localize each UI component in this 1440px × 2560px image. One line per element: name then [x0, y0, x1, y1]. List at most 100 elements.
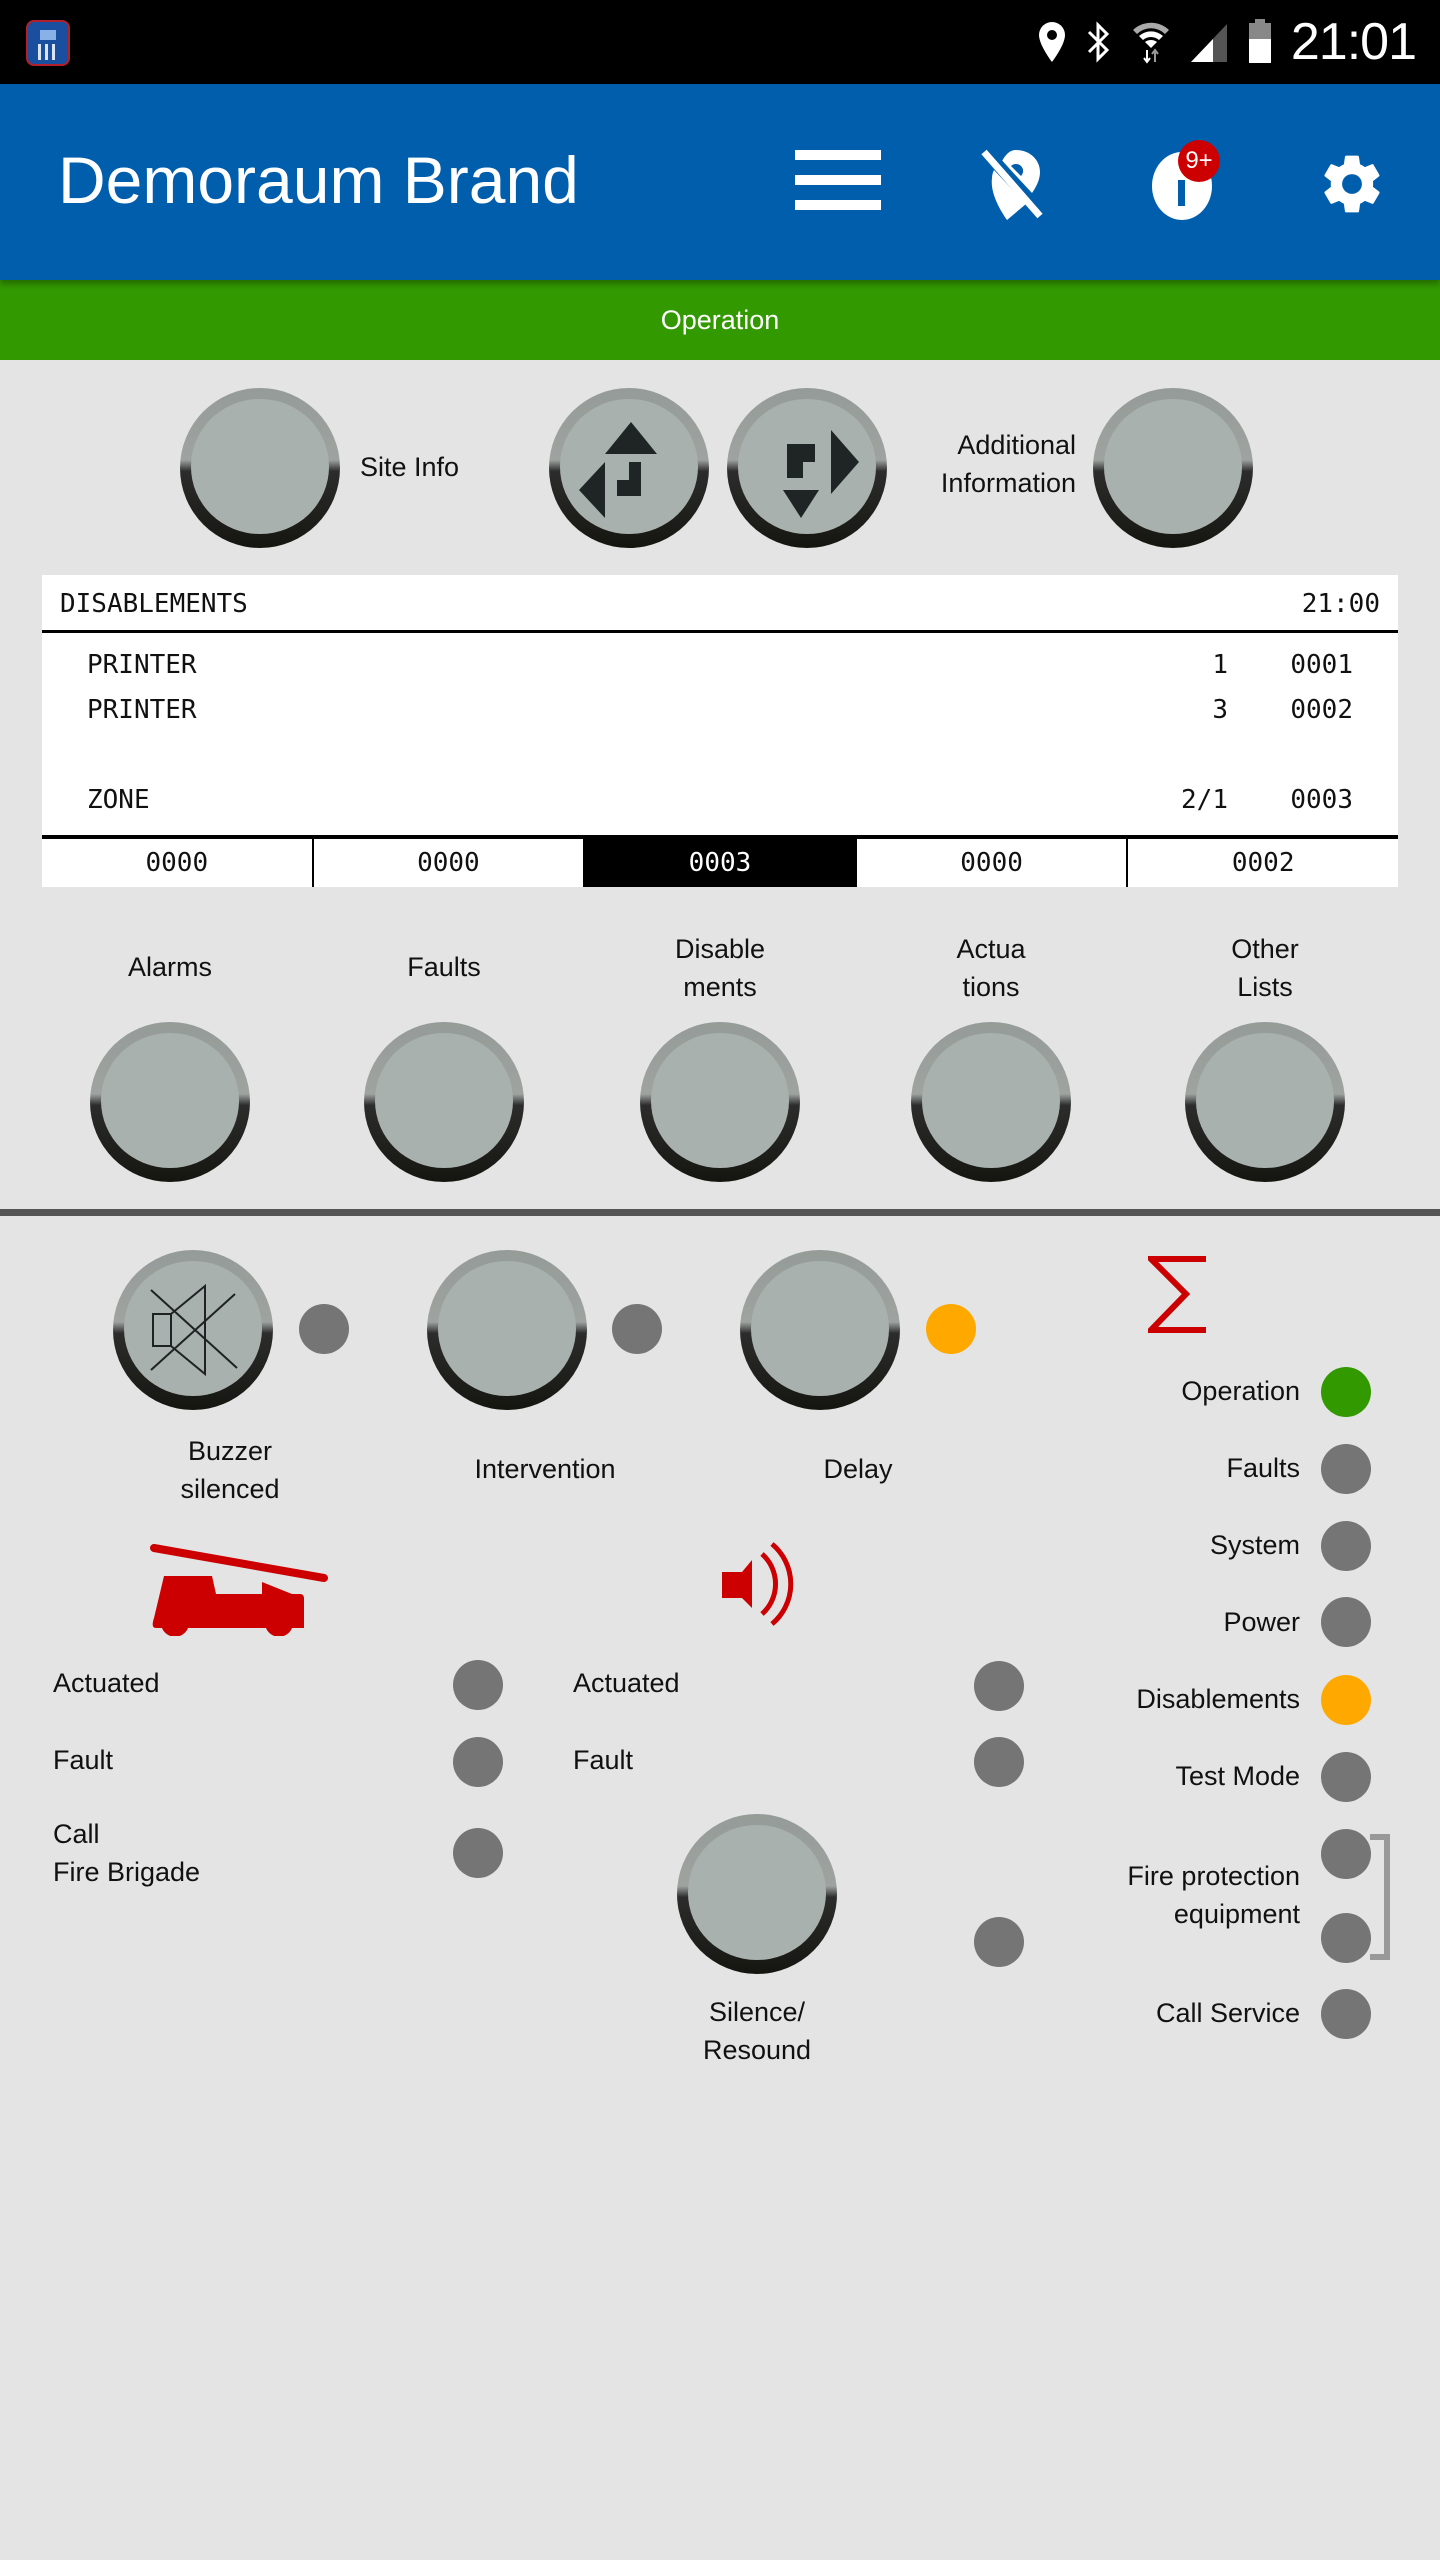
lcd-row-code: 0003 — [1290, 785, 1353, 815]
brigade-fault-label: Fault — [53, 1745, 114, 1775]
actuations-button[interactable] — [911, 1022, 1071, 1182]
lcd-row-code: 0002 — [1290, 695, 1353, 725]
fire-protection-line1: Fire protection — [1127, 1861, 1300, 1891]
scroll-up-left-button[interactable] — [549, 388, 709, 548]
delay-led — [926, 1304, 976, 1354]
site-info-label: Site Info — [360, 452, 460, 482]
delay-label: Delay — [823, 1454, 893, 1484]
arrow-up-left-icon — [579, 422, 657, 518]
brigade-actuated-label: Actuated — [53, 1668, 160, 1698]
disablements-label-line2: ments — [683, 972, 757, 1002]
alarms-label-text: Alarms — [127, 952, 212, 982]
additional-info-label: Additional Information — [900, 426, 1076, 502]
app-bar: Demoraum Brand 9+ — [0, 84, 1440, 280]
lcd-row-name: ZONE — [87, 785, 150, 815]
summary-test-mode-label: Test Mode — [1175, 1761, 1300, 1791]
lcd-title: DISABLEMENTS — [60, 589, 248, 619]
brigade-actuated-led — [453, 1660, 503, 1710]
other-lists-button[interactable] — [1185, 1022, 1345, 1182]
status-time: 21:01 — [1290, 13, 1417, 71]
app-title: Demoraum Brand — [58, 143, 579, 217]
counter-actuations[interactable]: 0000 — [854, 839, 1127, 887]
buzzer-muted-icon — [150, 1284, 238, 1376]
disablements-button[interactable] — [640, 1022, 800, 1182]
signal-icon — [1190, 24, 1227, 62]
speaker-icon — [722, 1542, 794, 1626]
brigade-fault-led — [453, 1737, 503, 1787]
menu-icon[interactable] — [795, 150, 881, 210]
silence-resound-label: Silence/Resound — [657, 1993, 857, 2069]
lcd-display: DISABLEMENTS 21:00 PRINTER 1 0001 PRINTE… — [42, 575, 1398, 887]
other-lists-label-line1: Other — [1231, 934, 1299, 964]
actuations-label: Actua tions — [911, 930, 1071, 1006]
operation-status-bar: Operation — [0, 280, 1440, 360]
call-service-label: Call Service — [1155, 1998, 1300, 2028]
actuations-label-line1: Actua — [956, 934, 1026, 964]
faults-button[interactable] — [364, 1022, 524, 1182]
counter-disablements[interactable]: 0003 — [583, 839, 855, 887]
lcd-row[interactable]: PRINTER 3 0002 — [42, 695, 1398, 735]
silence-resound-button[interactable] — [677, 1814, 837, 1974]
lcd-row-name: PRINTER — [87, 695, 197, 725]
summary-operation-led — [1321, 1367, 1371, 1417]
summary-test-mode-led — [1321, 1752, 1371, 1802]
counter-other-lists[interactable]: 0002 — [1126, 839, 1398, 887]
fire-protection-label: Fire protection equipment — [1000, 1857, 1300, 1933]
lcd-header: DISABLEMENTS 21:00 — [42, 575, 1398, 633]
status-bar: 21:01 — [0, 0, 1440, 84]
call-fire-brigade-label: Call Fire Brigade — [53, 1815, 200, 1891]
notification-badge: 9+ — [1178, 140, 1220, 182]
fire-protection-led-2 — [1321, 1913, 1371, 1963]
location-off-icon[interactable] — [980, 148, 1046, 220]
fire-protection-bracket — [1370, 1834, 1390, 1960]
lcd-counters: 0000 0000 0003 0000 0002 — [42, 835, 1398, 887]
intervention-button[interactable] — [427, 1250, 587, 1410]
actuations-label-line2: tions — [962, 972, 1020, 1002]
silence-label-line2: Resound — [702, 2035, 812, 2065]
summary-disablements-label: Disablements — [1136, 1684, 1300, 1714]
scroll-down-right-button[interactable] — [727, 388, 887, 548]
summary-power-led — [1321, 1597, 1371, 1647]
lcd-row[interactable]: ZONE 2/1 0003 — [42, 785, 1398, 825]
buzzer-label-line2: silenced — [180, 1474, 280, 1504]
location-icon — [1038, 22, 1065, 62]
intervention-led — [612, 1304, 662, 1354]
summary-faults-led — [1321, 1444, 1371, 1494]
sigma-icon — [1148, 1256, 1206, 1333]
lcd-row-number: 1 — [1212, 650, 1228, 680]
lcd-row-number: 2/1 — [1181, 785, 1228, 815]
summary-disablements-led — [1321, 1675, 1371, 1725]
app-calculator-icon — [26, 20, 70, 66]
battery-icon — [1248, 19, 1271, 63]
buzzer-label: Buzzer silenced — [130, 1432, 330, 1508]
fire-truck-icon — [150, 1544, 328, 1636]
alarms-button[interactable] — [90, 1022, 250, 1182]
summary-operation-label: Operation — [1181, 1376, 1300, 1406]
counter-faults[interactable]: 0000 — [311, 839, 584, 887]
fire-protection-line2: equipment — [1173, 1899, 1300, 1929]
counter-alarms[interactable]: 0000 — [42, 839, 312, 887]
arrow-down-right-icon — [783, 430, 859, 518]
other-lists-label-line2: Lists — [1237, 972, 1293, 1002]
lcd-row[interactable]: PRINTER 1 0001 — [42, 650, 1398, 690]
buzzer-silence-button[interactable] — [113, 1250, 273, 1410]
site-info-button[interactable] — [180, 388, 340, 548]
lcd-row-code: 0001 — [1290, 650, 1353, 680]
intervention-label: Intervention — [474, 1454, 616, 1484]
summary-system-label: System — [1209, 1530, 1300, 1560]
call-fire-brigade-line2: Fire Brigade — [53, 1857, 201, 1887]
silence-label-line1: Silence/ — [708, 1997, 806, 2027]
lcd-time: 21:00 — [1301, 589, 1380, 619]
buzzer-label-line1: Buzzer — [187, 1436, 273, 1466]
info-button[interactable]: 9+ — [1148, 140, 1228, 224]
status-icons: 21:01 — [1037, 10, 1417, 74]
summary-system-led — [1321, 1521, 1371, 1571]
settings-icon[interactable] — [1318, 150, 1386, 218]
delay-button[interactable] — [740, 1250, 900, 1410]
additional-info-label-line2: Information — [940, 468, 1076, 498]
additional-info-button[interactable] — [1093, 388, 1253, 548]
lcd-row-number: 3 — [1212, 695, 1228, 725]
buzzer-led — [299, 1304, 349, 1354]
summary-power-label: Power — [1223, 1607, 1300, 1637]
call-service-led — [1321, 1989, 1371, 2039]
